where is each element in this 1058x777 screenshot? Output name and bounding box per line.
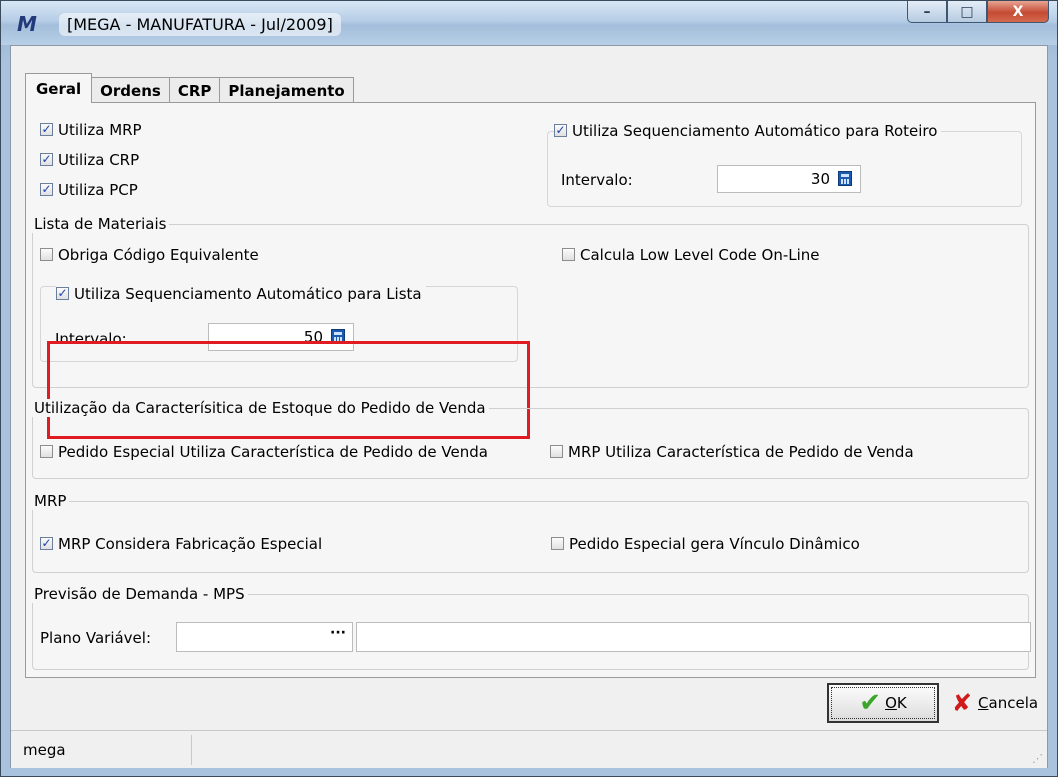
status-text: mega: [13, 735, 192, 765]
checkbox-checked-icon: ✓: [40, 122, 53, 136]
close-button[interactable]: X: [987, 1, 1049, 23]
calcula-low-level-checkbox[interactable]: Calcula Low Level Code On-Line: [562, 246, 820, 264]
vinculo-dinamico-checkbox[interactable]: Pedido Especial gera Vínculo Dinâmico: [551, 535, 860, 553]
window-title: [MEGA - MANUFATURA - Jul/2009]: [59, 13, 341, 36]
plano-descricao-field[interactable]: [356, 622, 1031, 652]
status-bar: mega ⋰: [11, 730, 1047, 768]
obriga-codigo-label: Obriga Código Equivalente: [58, 246, 259, 264]
mega-logo-icon[interactable]: M: [17, 13, 43, 35]
caracteristica-title: Utilização da Caracterísitica de Estoque…: [32, 399, 489, 417]
vinculo-dinamico-label: Pedido Especial gera Vínculo Dinâmico: [569, 535, 860, 553]
utiliza-pcp-label: Utiliza PCP: [58, 181, 138, 199]
mrp-title: MRP: [32, 492, 70, 510]
cancel-label: Cancela: [978, 694, 1039, 712]
roteiro-intervalo-input[interactable]: 30: [717, 165, 861, 193]
lista-sequenciamento-label: Utiliza Sequenciamento Automático para L…: [74, 285, 422, 303]
lista-sequenciamento-checkbox[interactable]: ✓ Utiliza Sequenciamento Automático para …: [56, 285, 426, 303]
checkbox-unchecked-icon: [550, 445, 563, 458]
utiliza-crp-label: Utiliza CRP: [58, 151, 140, 169]
roteiro-sequenciamento-label: Utiliza Sequenciamento Automático para R…: [572, 122, 938, 140]
resize-grip-icon[interactable]: ⋰: [1032, 752, 1043, 765]
roteiro-intervalo-label: Intervalo:: [561, 171, 633, 189]
plano-variavel-label: Plano Variável:: [40, 629, 151, 647]
mrp-utiliza-caracteristica-label: MRP Utiliza Característica de Pedido de …: [568, 443, 914, 461]
caption-buttons: – □ X: [907, 1, 1049, 31]
maximize-icon: □: [960, 3, 974, 20]
ok-button[interactable]: ✔ OK: [827, 683, 939, 723]
lista-materiais-title: Lista de Materiais: [32, 215, 170, 233]
checkbox-unchecked-icon: [551, 537, 564, 550]
minimize-icon: –: [923, 3, 931, 20]
pedido-especial-caracteristica-checkbox[interactable]: Pedido Especial Utiliza Característica d…: [40, 443, 488, 461]
tab-planejamento[interactable]: Planejamento: [219, 77, 354, 103]
utiliza-mrp-checkbox[interactable]: ✓ Utiliza MRP: [40, 121, 142, 139]
utiliza-pcp-checkbox[interactable]: ✓ Utiliza PCP: [40, 181, 138, 199]
previsao-title: Previsão de Demanda - MPS: [32, 585, 248, 603]
tab-crp[interactable]: CRP: [168, 77, 221, 103]
checkbox-unchecked-icon: [40, 445, 53, 458]
check-icon: ✔: [859, 688, 882, 718]
dialog-window: M [MEGA - MANUFATURA - Jul/2009] – □ X G…: [0, 0, 1058, 777]
cancel-button[interactable]: ✘ Cancela: [945, 683, 1045, 723]
dialog-client-area: Geral Ordens CRP Planejamento ✓ Utiliza M…: [10, 45, 1048, 768]
ok-label: OK: [885, 694, 907, 712]
checkbox-checked-icon: ✓: [40, 182, 53, 196]
roteiro-sequenciamento-checkbox[interactable]: ✓ Utiliza Sequenciamento Automático para …: [554, 122, 942, 140]
close-icon: X: [1012, 3, 1024, 20]
minimize-button[interactable]: –: [907, 1, 947, 23]
checkbox-unchecked-icon: [40, 248, 53, 261]
calcula-low-level-label: Calcula Low Level Code On-Line: [580, 246, 820, 264]
mrp-utiliza-caracteristica-checkbox[interactable]: MRP Utiliza Característica de Pedido de …: [550, 443, 914, 461]
utiliza-mrp-label: Utiliza MRP: [58, 121, 142, 139]
tab-geral[interactable]: Geral: [25, 73, 93, 103]
tab-strip: Geral Ordens CRP Planejamento: [25, 73, 354, 103]
checkbox-checked-icon: ✓: [554, 123, 567, 137]
title-bar[interactable]: M [MEGA - MANUFATURA - Jul/2009] – □ X: [1, 1, 1057, 45]
mrp-considera-fabricacao-checkbox[interactable]: ✓ MRP Considera Fabricação Especial: [40, 535, 322, 553]
cancel-x-icon: ✘: [951, 689, 973, 717]
pedido-especial-caracteristica-label: Pedido Especial Utiliza Característica d…: [58, 443, 488, 461]
plano-variavel-input[interactable]: ···: [176, 622, 353, 652]
checkbox-checked-icon: ✓: [40, 536, 53, 550]
calculator-icon[interactable]: [838, 171, 852, 186]
maximize-button[interactable]: □: [947, 1, 987, 23]
checkbox-checked-icon: ✓: [40, 152, 53, 166]
mrp-considera-fabricacao-label: MRP Considera Fabricação Especial: [58, 535, 323, 553]
checkbox-unchecked-icon: [562, 248, 575, 261]
utiliza-crp-checkbox[interactable]: ✓ Utiliza CRP: [40, 151, 139, 169]
tab-panel-geral: ✓ Utiliza MRP ✓ Utiliza CRP ✓ Utiliza PCP ✓…: [25, 102, 1036, 678]
checkbox-checked-icon: ✓: [56, 286, 69, 300]
tab-ordens[interactable]: Ordens: [91, 77, 170, 103]
roteiro-intervalo-value: 30: [810, 170, 830, 188]
lookup-ellipsis-button[interactable]: ···: [330, 625, 346, 641]
obriga-codigo-checkbox[interactable]: Obriga Código Equivalente: [40, 246, 259, 264]
